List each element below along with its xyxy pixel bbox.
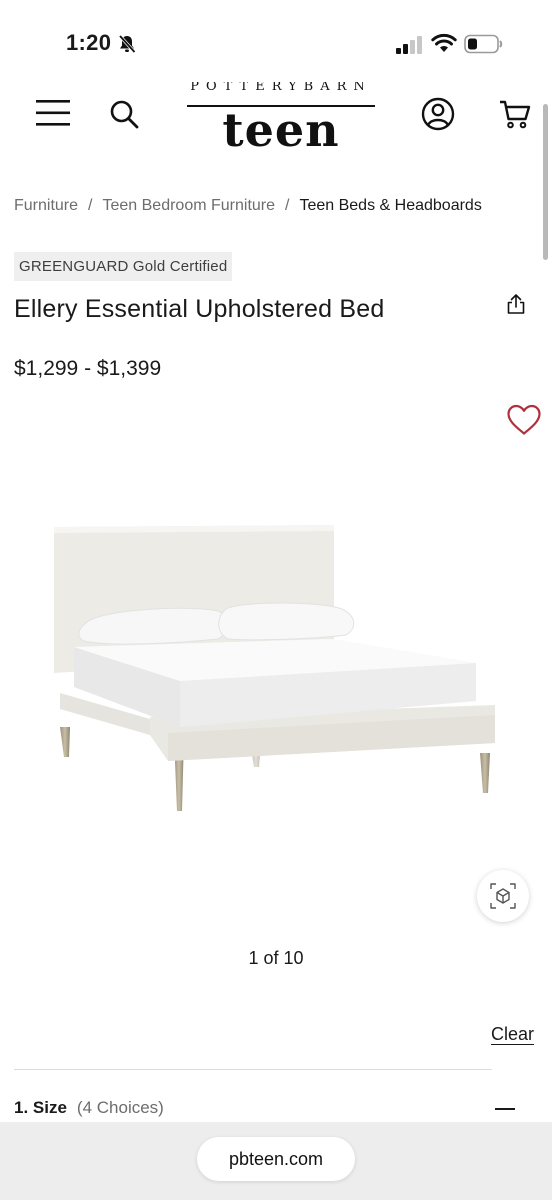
breadcrumb: Furniture / Teen Bedroom Furniture / Teen Be… [14, 197, 482, 215]
bell-slash-icon [118, 34, 136, 54]
favorite-heart-icon[interactable] [506, 404, 542, 436]
breadcrumb-item-teen-bedroom-furniture[interactable]: Teen Bedroom Furniture [102, 197, 275, 214]
size-accordion-header[interactable]: 1. Size (4 Choices) [14, 1098, 524, 1124]
wifi-icon [431, 33, 457, 52]
product-price: $1,299 - $1,399 [14, 357, 162, 380]
battery-icon [464, 34, 503, 54]
image-counter: 1 of 10 [248, 948, 304, 968]
address-bar[interactable]: pbteen.com [197, 1137, 355, 1181]
collapse-minus-icon[interactable] [495, 1108, 515, 1110]
hamburger-menu-icon[interactable] [36, 98, 70, 128]
site-header: POTTERYBARN teen [0, 80, 552, 160]
site-logo[interactable]: POTTERYBARN teen [175, 80, 387, 160]
size-choices-count: (4 Choices) [76, 1098, 164, 1117]
clear-selections-link[interactable]: Clear [491, 1024, 534, 1045]
share-icon[interactable] [505, 293, 527, 315]
account-icon[interactable] [421, 97, 455, 131]
search-icon[interactable] [109, 99, 139, 129]
breadcrumb-separator: / [285, 197, 290, 214]
product-title: Ellery Essential Upholstered Bed [14, 295, 385, 323]
divider [14, 1069, 492, 1070]
view-in-3d-button[interactable] [477, 870, 529, 922]
breadcrumb-separator: / [88, 197, 93, 214]
cellular-signal-icon [396, 36, 422, 54]
cart-icon[interactable] [499, 98, 531, 130]
certification-badge: GREENGUARD Gold Certified [14, 252, 233, 281]
status-bar: 1:20 [0, 0, 552, 80]
size-step-label: 1. Size [14, 1098, 67, 1117]
3d-cube-icon [490, 883, 516, 909]
breadcrumb-item-current[interactable]: Teen Beds & Headboards [299, 197, 481, 214]
product-image-bed[interactable] [40, 505, 510, 825]
logo-wordmark: teen [222, 103, 340, 157]
browser-bottom-bar: pbteen.com [0, 1122, 552, 1200]
status-time: 1:20 [66, 30, 112, 55]
logo-brand-text: POTTERYBARN [190, 82, 372, 94]
scrollbar-thumb[interactable] [543, 104, 548, 260]
breadcrumb-item-furniture[interactable]: Furniture [14, 197, 78, 214]
